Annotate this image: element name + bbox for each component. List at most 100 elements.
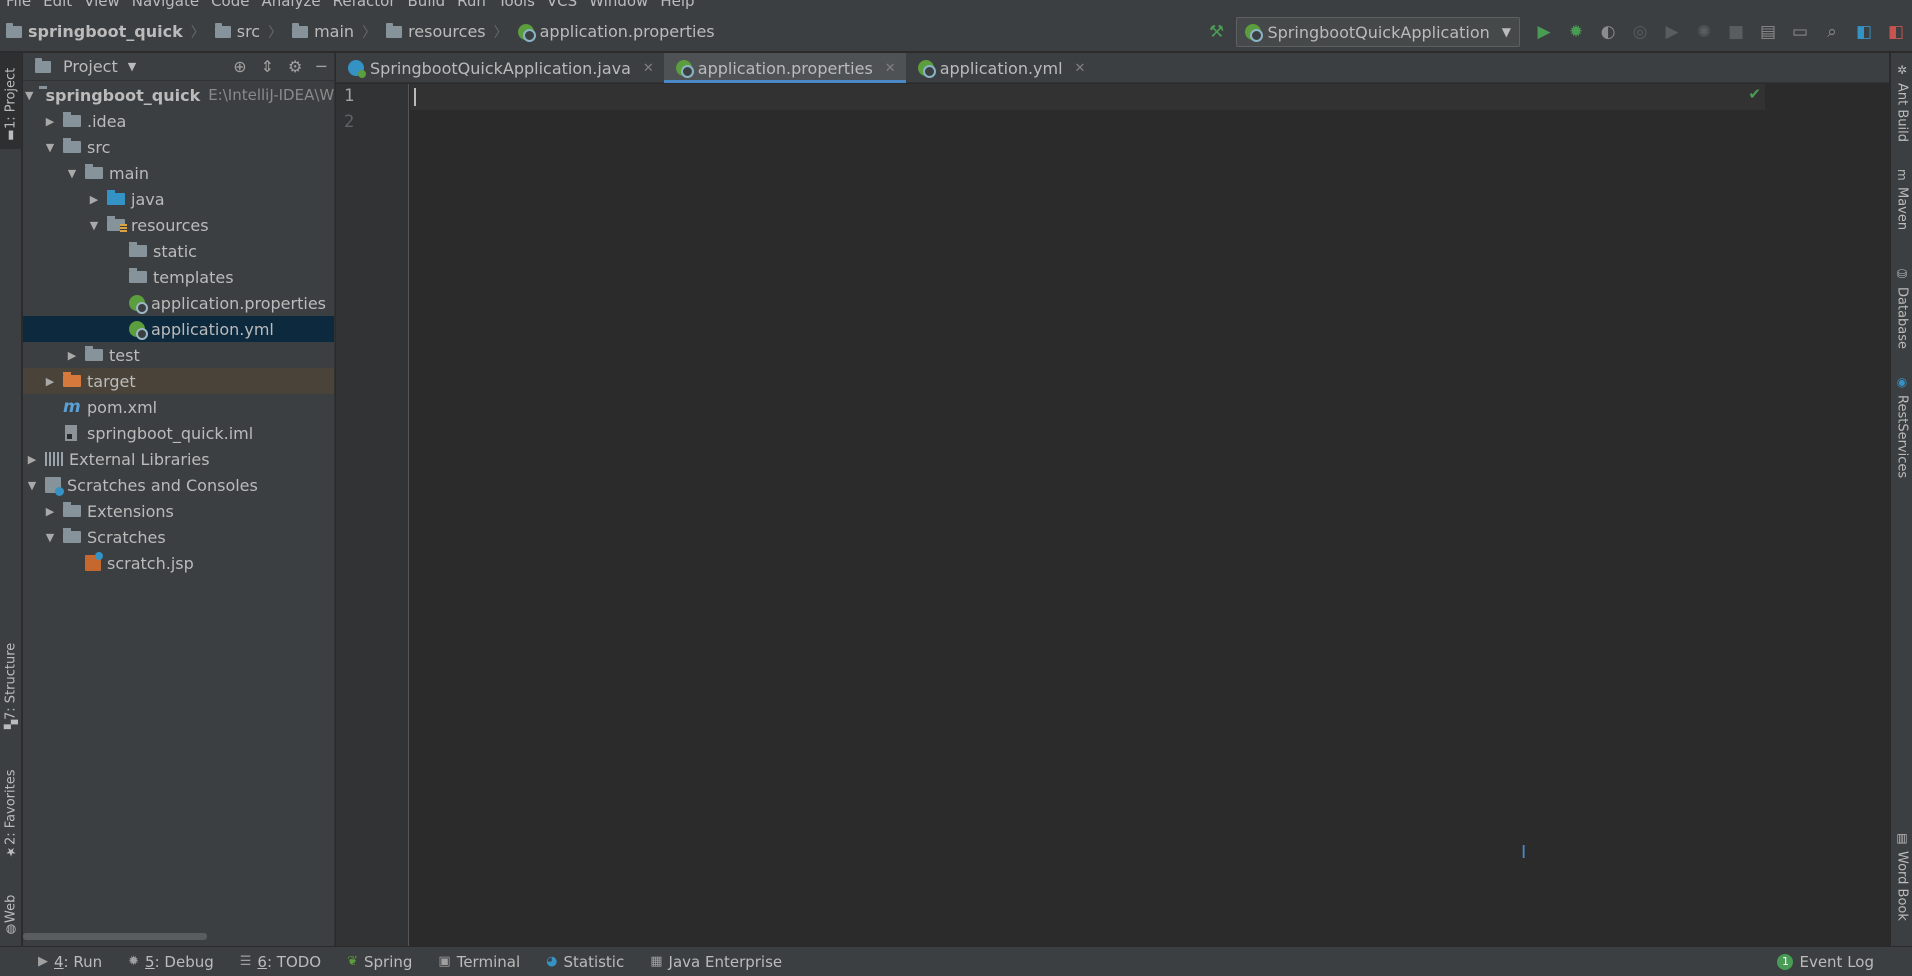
tool-event-log[interactable]: 1 Event Log — [1777, 947, 1874, 976]
tree-item-label: application.properties — [151, 293, 326, 313]
close-icon[interactable]: ✕ — [643, 61, 654, 76]
menu-run[interactable]: Run — [451, 0, 492, 12]
tool-tab-web[interactable]: ◍ Web — [0, 883, 22, 943]
tree-item-test[interactable]: ▶ test — [23, 342, 334, 368]
resume-icon[interactable]: ▶ — [1656, 16, 1688, 48]
close-icon[interactable]: ✕ — [1075, 61, 1086, 76]
collapsed-arrow-icon[interactable]: ▶ — [43, 375, 57, 388]
expanded-arrow-icon[interactable]: ▼ — [25, 479, 39, 492]
tree-item-pom-xml[interactable]: m pom.xml — [23, 394, 334, 420]
tree-item-springboot-quick[interactable]: ▼ springboot_quick E:\IntelliJ-IDEA\W — [23, 82, 334, 108]
horizontal-scrollbar[interactable] — [23, 933, 207, 940]
project-structure-icon[interactable]: ▤ — [1752, 16, 1784, 48]
close-icon[interactable]: ✕ — [885, 61, 896, 76]
tool-tab-favorites[interactable]: ★ 2: Favorites — [0, 767, 22, 865]
tool-tab-rest-services[interactable]: ◉ RestServices — [1891, 375, 1912, 491]
tool-tab-database[interactable]: ⛁ Database — [1891, 267, 1912, 357]
run-configuration-dropdown[interactable]: SpringbootQuickApplication ▼ — [1236, 17, 1520, 47]
chevron-down-icon[interactable]: ▼ — [128, 60, 136, 73]
tool-tab-structure[interactable]: ▚ 7: Structure — [0, 635, 22, 735]
project-view-selector[interactable]: Project — [63, 57, 118, 76]
menu-build[interactable]: Build — [402, 0, 452, 12]
build-hammer-icon[interactable]: ⚒ — [1200, 16, 1232, 48]
folder-icon — [129, 242, 147, 257]
tool-tab-maven[interactable]: m Maven — [1891, 169, 1912, 245]
expanded-arrow-icon[interactable]: ▼ — [43, 141, 57, 154]
tool-tab-project[interactable]: ▮ 1: Project — [0, 53, 22, 149]
tree-item-scratches[interactable]: ▼ Scratches — [23, 524, 334, 550]
folder-icon: ▮ — [4, 129, 18, 143]
expanded-arrow-icon[interactable]: ▼ — [87, 219, 101, 232]
text-caret — [414, 88, 416, 106]
breadcrumb-file[interactable]: application.properties — [512, 22, 715, 42]
debug-icon[interactable]: ✹ — [1560, 16, 1592, 48]
tree-item-external-libraries[interactable]: ▶ External Libraries — [23, 446, 334, 472]
breadcrumb-project[interactable]: springboot_quick — [0, 22, 183, 41]
tree-item-extensions[interactable]: ▶ Extensions — [23, 498, 334, 524]
tool-statistic[interactable]: ◕ Statistic — [546, 953, 624, 971]
attach-debugger-icon[interactable]: ✺ — [1688, 16, 1720, 48]
code-editor[interactable]: ✔ I — [410, 84, 1889, 946]
tool-run[interactable]: ▶ 4: Run — [38, 953, 102, 971]
tree-item-java[interactable]: ▶ java — [23, 186, 334, 212]
collapsed-arrow-icon[interactable]: ▶ — [25, 453, 39, 466]
gear-icon[interactable]: ⚙ — [288, 57, 302, 76]
tool-debug[interactable]: ✹ 5: Debug — [128, 953, 214, 971]
tool-java-enterprise[interactable]: ▦ Java Enterprise — [650, 953, 782, 971]
sdk-manager-icon[interactable]: ▭ — [1784, 16, 1816, 48]
breadcrumb-src[interactable]: src — [209, 22, 260, 41]
profile-icon[interactable]: ◎ — [1624, 16, 1656, 48]
library-icon — [45, 452, 63, 466]
expanded-arrow-icon[interactable]: ▼ — [65, 167, 79, 180]
expanded-arrow-icon[interactable]: ▼ — [25, 89, 33, 102]
tool-terminal[interactable]: ▣ Terminal — [438, 953, 520, 971]
run-icon[interactable]: ▶ — [1528, 16, 1560, 48]
expanded-arrow-icon[interactable]: ▼ — [43, 531, 57, 544]
tab-application-yml[interactable]: application.yml ✕ — [906, 53, 1096, 83]
breadcrumb-resources[interactable]: resources — [380, 22, 486, 41]
collapsed-arrow-icon[interactable]: ▶ — [87, 193, 101, 206]
tree-item-target[interactable]: ▶ target — [23, 368, 334, 394]
menu-analyze[interactable]: Analyze — [255, 0, 326, 12]
tree-item-resources[interactable]: ▼ resources — [23, 212, 334, 238]
menu-refactor[interactable]: Refactor — [327, 0, 402, 12]
translate-alt-icon[interactable]: ◧ — [1880, 16, 1912, 48]
menu-file[interactable]: File — [0, 0, 37, 12]
tree-item-idea[interactable]: ▶ .idea — [23, 108, 334, 134]
tree-item-application-properties[interactable]: application.properties — [23, 290, 334, 316]
tab-application-properties[interactable]: application.properties ✕ — [663, 53, 906, 83]
tree-item-application-yml[interactable]: application.yml — [23, 316, 334, 342]
tree-item-static[interactable]: static — [23, 238, 334, 264]
menu-window[interactable]: Window — [583, 0, 654, 12]
tree-item-scratches-consoles[interactable]: ▼ Scratches and Consoles — [23, 472, 334, 498]
stop-icon[interactable]: ■ — [1720, 16, 1752, 48]
collapsed-arrow-icon[interactable]: ▶ — [43, 115, 57, 128]
breadcrumb-main[interactable]: main — [286, 22, 354, 41]
menu-edit[interactable]: Edit — [37, 0, 78, 12]
locate-file-icon[interactable]: ⊕ — [233, 57, 246, 76]
translate-icon[interactable]: ◧ — [1848, 16, 1880, 48]
menu-view[interactable]: View — [78, 0, 126, 12]
menu-vcs[interactable]: VCS — [541, 0, 583, 12]
collapsed-arrow-icon[interactable]: ▶ — [65, 349, 79, 362]
tool-spring[interactable]: ❦ Spring — [347, 953, 412, 971]
collapsed-arrow-icon[interactable]: ▶ — [43, 505, 57, 518]
tree-item-iml[interactable]: springboot_quick.iml — [23, 420, 334, 446]
search-icon[interactable]: ⌕ — [1816, 16, 1848, 48]
menu-navigate[interactable]: Navigate — [126, 0, 205, 12]
tab-springboot-quick-application-java[interactable]: SpringbootQuickApplication.java ✕ — [336, 53, 664, 83]
run-with-coverage-icon[interactable]: ◐ — [1592, 16, 1624, 48]
menu-tools[interactable]: Tools — [492, 0, 541, 12]
tool-tab-ant-build[interactable]: ✲ Ant Build — [1891, 63, 1912, 153]
tree-item-src[interactable]: ▼ src — [23, 134, 334, 160]
tool-tab-word-book[interactable]: ▥ Word Book — [1891, 831, 1912, 929]
tree-item-scratch-jsp[interactable]: scratch.jsp — [23, 550, 334, 576]
hide-panel-icon[interactable]: ─ — [316, 57, 326, 76]
tree-item-templates[interactable]: templates — [23, 264, 334, 290]
menu-code[interactable]: Code — [205, 0, 255, 12]
menu-help[interactable]: Help — [654, 0, 700, 12]
collapse-all-icon[interactable]: ⇕ — [261, 57, 274, 76]
tree-item-main[interactable]: ▼ main — [23, 160, 334, 186]
tool-todo[interactable]: ☰ 6: TODO — [240, 953, 321, 971]
inspection-ok-icon[interactable]: ✔ — [1748, 85, 1761, 103]
